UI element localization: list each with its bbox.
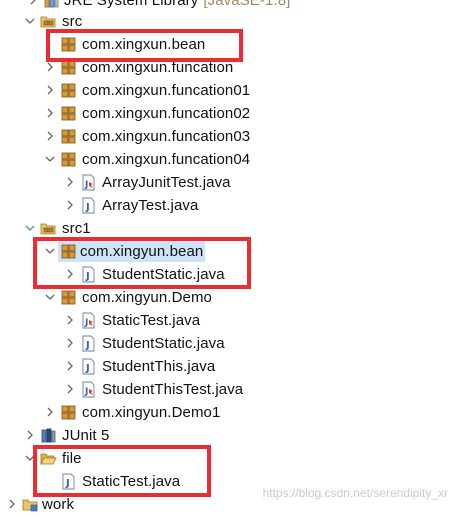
tree-item-label: com.xingyun.Demo1 (82, 404, 221, 421)
tree-item-label: ArrayJunitTest.java (102, 174, 231, 191)
chevron-right-icon[interactable] (44, 406, 56, 418)
project-folder-icon (22, 496, 39, 513)
tree-item-java-file[interactable]: J StudentThis.java (0, 355, 458, 378)
svg-text:J: J (85, 271, 90, 282)
chevron-down-icon[interactable] (44, 245, 56, 257)
chevron-right-icon[interactable] (64, 199, 76, 211)
package-icon (60, 36, 77, 53)
tree-item-package[interactable]: com.xingxun.funcation03 (0, 125, 458, 148)
junit-class-icon: J (80, 174, 97, 191)
tree-item-label: com.xingxun.funcation04 (82, 151, 251, 168)
tree-item-label: work (42, 496, 75, 513)
java-file-icon: J (80, 358, 97, 375)
svg-text:J: J (84, 180, 88, 190)
tree-item-label: com.xingxun.funcation02 (82, 105, 251, 122)
chevron-right-icon[interactable] (64, 337, 76, 349)
tree-item-package[interactable]: com.xingxun.funcation01 (0, 79, 458, 102)
library-icon (43, 0, 60, 9)
chevron-right-icon[interactable] (44, 130, 56, 142)
tree-item-java-file[interactable]: J StudentStatic.java (0, 332, 458, 355)
folder-open-icon (40, 450, 57, 467)
chevron-right-icon[interactable] (64, 360, 76, 372)
svg-text:J: J (65, 478, 70, 489)
chevron-down-icon[interactable] (44, 291, 56, 303)
chevron-right-icon[interactable] (64, 383, 76, 395)
tree-item-package-selected[interactable]: com.xingyun.bean (0, 240, 458, 263)
package-icon (60, 82, 77, 99)
chevron-right-icon[interactable] (44, 61, 56, 73)
source-folder-icon (40, 13, 57, 30)
java-file-icon: J (60, 473, 77, 490)
chevron-right-icon[interactable] (64, 314, 76, 326)
package-icon (60, 289, 77, 306)
tree-item-java-file[interactable]: J StaticTest.java (0, 309, 458, 332)
svg-text:J: J (84, 387, 88, 397)
package-icon (60, 151, 77, 168)
chevron-right-icon[interactable] (27, 0, 39, 6)
package-icon (60, 128, 77, 145)
package-icon (60, 105, 77, 122)
chevron-right-icon[interactable] (6, 498, 18, 510)
tree-item-java-file[interactable]: J StudentThisTest.java (0, 378, 458, 401)
tree-item-label: JRE System Library (64, 0, 199, 9)
tree-item-label: StudentStatic.java (102, 266, 225, 283)
svg-text:J: J (85, 340, 90, 351)
svg-text:J: J (85, 363, 90, 374)
tree-item-src-folder[interactable]: src (0, 10, 458, 33)
tree-item-label: com.xingxun.funcation01 (82, 82, 251, 99)
chevron-down-icon[interactable] (24, 452, 36, 464)
svg-text:J: J (84, 318, 88, 328)
tree-item-package[interactable]: com.xingxun.funcation02 (0, 102, 458, 125)
java-file-icon: J (80, 335, 97, 352)
tree-item-label: src (62, 13, 83, 30)
tree-item-label: com.xingxun.bean (82, 36, 206, 53)
tree-item-label: JUnit 5 (62, 427, 110, 444)
tree-item-label: src1 (62, 220, 91, 237)
package-icon (60, 59, 77, 76)
tree-item-label: StudentThisTest.java (102, 381, 244, 398)
tree-item-package[interactable]: com.xingxun.funcation (0, 56, 458, 79)
chevron-down-icon[interactable] (24, 15, 36, 27)
tree-item-label: StudentStatic.java (102, 335, 225, 352)
chevron-down-icon[interactable] (44, 153, 56, 165)
tree-item-label: com.xingyun.Demo (82, 289, 212, 306)
chevron-right-icon[interactable] (44, 84, 56, 96)
library-icon (40, 427, 57, 444)
java-file-icon: J (80, 266, 97, 283)
svg-text:J: J (85, 202, 90, 213)
tree-item-package[interactable]: com.xingyun.Demo1 (0, 401, 458, 424)
watermark-text: https://blog.csdn.net/serendipity_xr (262, 486, 448, 500)
chevron-right-icon[interactable] (64, 176, 76, 188)
tree-item-junit-library[interactable]: JUnit 5 (0, 424, 458, 447)
library-version-label: [JavaSE-1.8] (203, 0, 291, 9)
source-folder-icon (40, 220, 57, 237)
junit-class-icon: J (80, 381, 97, 398)
chevron-down-icon[interactable] (24, 222, 36, 234)
tree-item-java-file[interactable]: J StudentStatic.java (0, 263, 458, 286)
tree-item-label: StaticTest.java (82, 473, 181, 490)
tree-item-label: com.xingyun.bean (80, 243, 204, 260)
tree-item-file-folder[interactable]: file (0, 447, 458, 470)
tree-item-label: ArrayTest.java (102, 197, 199, 214)
package-icon (60, 404, 77, 421)
chevron-right-icon[interactable] (64, 268, 76, 280)
package-icon (60, 243, 77, 260)
tree-item-java-file[interactable]: J ArrayJunitTest.java (0, 171, 458, 194)
java-file-icon: J (80, 197, 97, 214)
tree-item-label: StaticTest.java (102, 312, 201, 329)
tree-item-label: file (62, 450, 82, 467)
tree-item-package[interactable]: com.xingxun.funcation04 (0, 148, 458, 171)
chevron-right-icon[interactable] (44, 107, 56, 119)
tree-item-package[interactable]: com.xingxun.bean (0, 33, 458, 56)
tree-item-label: com.xingxun.funcation (82, 59, 234, 76)
tree-item-java-file[interactable]: J ArrayTest.java (0, 194, 458, 217)
tree-item-package[interactable]: com.xingyun.Demo (0, 286, 458, 309)
junit-class-icon: J (80, 312, 97, 329)
tree-item-src1-folder[interactable]: src1 (0, 217, 458, 240)
tree-item-label: com.xingxun.funcation03 (82, 128, 251, 145)
chevron-right-icon[interactable] (24, 429, 36, 441)
tree-item-label: StudentThis.java (102, 358, 216, 375)
